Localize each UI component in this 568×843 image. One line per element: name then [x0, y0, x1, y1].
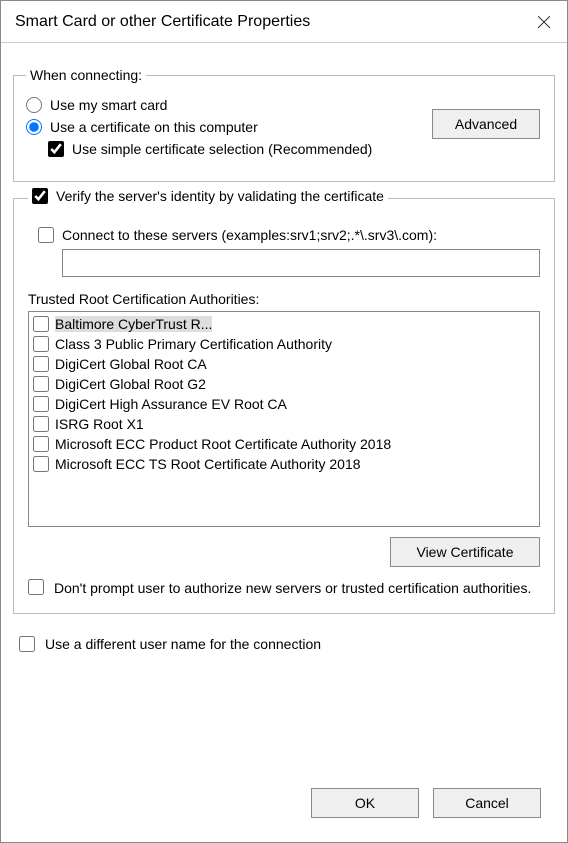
- connect-servers-row: Connect to these servers (examples:srv1;…: [38, 227, 540, 243]
- trusted-root-item[interactable]: DigiCert Global Root CA: [33, 354, 535, 374]
- dialog-footer: OK Cancel: [13, 778, 555, 832]
- verify-identity-legend: Verify the server's identity by validati…: [28, 188, 388, 204]
- trusted-root-item-checkbox[interactable]: [33, 456, 49, 472]
- trusted-root-item-label: ISRG Root X1: [55, 416, 144, 432]
- trusted-root-item-label: DigiCert Global Root G2: [55, 376, 206, 392]
- diff-user-checkbox[interactable]: [19, 636, 35, 652]
- window-title: Smart Card or other Certificate Properti…: [15, 13, 521, 31]
- servers-input[interactable]: [62, 249, 540, 277]
- trusted-root-item[interactable]: Class 3 Public Primary Certification Aut…: [33, 334, 535, 354]
- trusted-root-item-label: DigiCert High Assurance EV Root CA: [55, 396, 287, 412]
- use-smart-card-label: Use my smart card: [50, 97, 167, 113]
- no-prompt-row: Don't prompt user to authorize new serve…: [28, 579, 540, 597]
- view-certificate-button[interactable]: View Certificate: [390, 537, 540, 567]
- use-cert-computer-radio[interactable]: [26, 119, 42, 135]
- trusted-root-item-checkbox[interactable]: [33, 356, 49, 372]
- connect-servers-label: Connect to these servers (examples:srv1;…: [62, 227, 437, 243]
- connect-servers-checkbox[interactable]: [38, 227, 54, 243]
- trusted-root-item[interactable]: Baltimore CyberTrust R...: [33, 314, 535, 334]
- trusted-root-item-label: Microsoft ECC TS Root Certificate Author…: [55, 456, 361, 472]
- verify-identity-label: Verify the server's identity by validati…: [56, 188, 384, 204]
- use-simple-row: Use simple certificate selection (Recomm…: [48, 141, 542, 157]
- no-prompt-label: Don't prompt user to authorize new serve…: [54, 579, 531, 597]
- when-connecting-legend: When connecting:: [26, 67, 146, 83]
- dialog-window: Smart Card or other Certificate Properti…: [0, 0, 568, 843]
- trusted-root-item-checkbox[interactable]: [33, 316, 49, 332]
- advanced-button[interactable]: Advanced: [432, 109, 540, 139]
- close-button[interactable]: [521, 1, 567, 42]
- trusted-root-list[interactable]: Baltimore CyberTrust R... Class 3 Public …: [28, 311, 540, 527]
- titlebar: Smart Card or other Certificate Properti…: [1, 1, 567, 43]
- cancel-button[interactable]: Cancel: [433, 788, 541, 818]
- trusted-root-item-checkbox[interactable]: [33, 396, 49, 412]
- trusted-root-item-checkbox[interactable]: [33, 416, 49, 432]
- use-cert-computer-label: Use a certificate on this computer: [50, 119, 258, 135]
- trusted-root-item[interactable]: ISRG Root X1: [33, 414, 535, 434]
- diff-user-row: Use a different user name for the connec…: [19, 636, 553, 652]
- trusted-root-item-label: Class 3 Public Primary Certification Aut…: [55, 336, 332, 352]
- trusted-root-item[interactable]: DigiCert High Assurance EV Root CA: [33, 394, 535, 414]
- trusted-root-item[interactable]: Microsoft ECC Product Root Certificate A…: [33, 434, 535, 454]
- trusted-root-item-checkbox[interactable]: [33, 436, 49, 452]
- ok-button[interactable]: OK: [311, 788, 419, 818]
- trusted-root-item[interactable]: Microsoft ECC TS Root Certificate Author…: [33, 454, 535, 474]
- no-prompt-checkbox[interactable]: [28, 579, 44, 595]
- verify-identity-group: Verify the server's identity by validati…: [13, 198, 555, 614]
- trusted-root-item[interactable]: DigiCert Global Root G2: [33, 374, 535, 394]
- trusted-root-item-label: Microsoft ECC Product Root Certificate A…: [55, 436, 391, 452]
- trusted-root-item-checkbox[interactable]: [33, 336, 49, 352]
- trusted-root-label: Trusted Root Certification Authorities:: [28, 291, 540, 307]
- use-simple-checkbox[interactable]: [48, 141, 64, 157]
- use-smart-card-radio[interactable]: [26, 97, 42, 113]
- trusted-root-item-label: Baltimore CyberTrust R...: [55, 316, 212, 332]
- verify-identity-checkbox[interactable]: [32, 188, 48, 204]
- dialog-body: When connecting: Use my smart card Use a…: [1, 43, 567, 842]
- use-simple-label: Use simple certificate selection (Recomm…: [72, 141, 372, 157]
- trusted-root-item-label: DigiCert Global Root CA: [55, 356, 207, 372]
- close-icon: [538, 16, 550, 28]
- diff-user-label: Use a different user name for the connec…: [45, 636, 321, 652]
- when-connecting-group: When connecting: Use my smart card Use a…: [13, 67, 555, 182]
- trusted-root-item-checkbox[interactable]: [33, 376, 49, 392]
